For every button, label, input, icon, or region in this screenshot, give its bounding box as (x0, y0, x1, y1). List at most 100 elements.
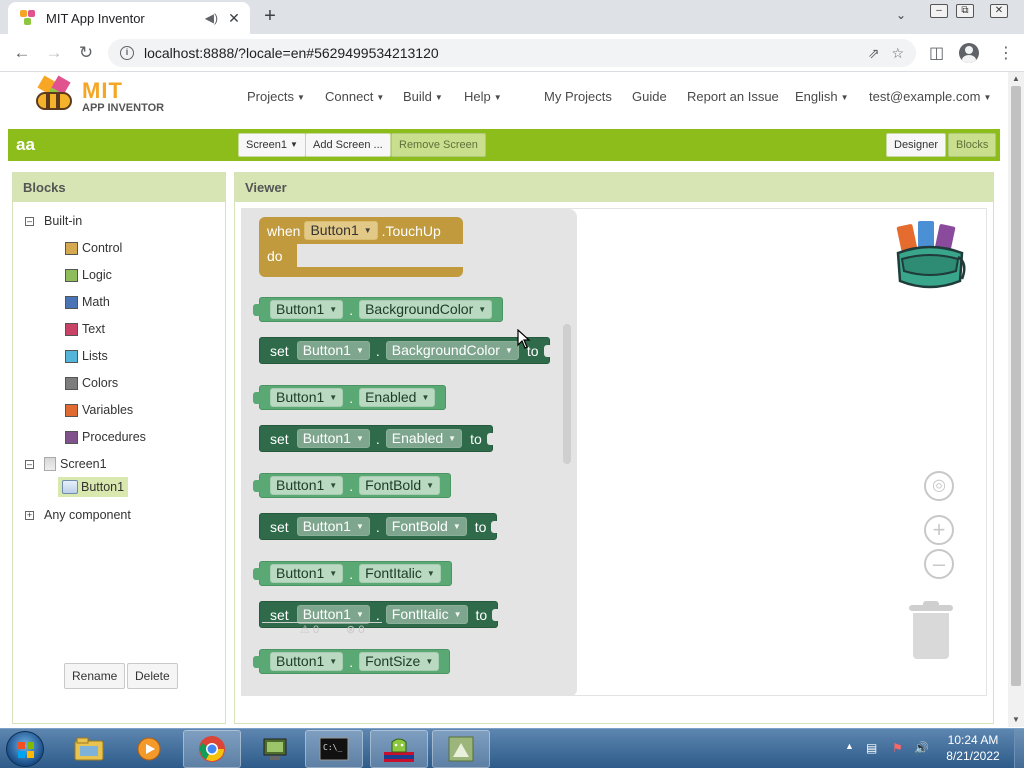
getter-block-fontitalic[interactable]: Button1 ▼. FontItalic ▼ (253, 561, 452, 586)
blocks-button[interactable]: Blocks (948, 133, 997, 157)
volume-icon[interactable]: 🔊 (914, 741, 929, 755)
component-dropdown[interactable]: Button1 ▼ (270, 652, 344, 671)
collapse-icon[interactable]: – (25, 216, 34, 226)
builtin-control[interactable]: Control (65, 241, 122, 255)
component-dropdown[interactable]: Button1 ▼ (296, 429, 370, 448)
link-guide[interactable]: Guide (632, 89, 667, 104)
explorer-taskbar-icon[interactable] (60, 730, 118, 768)
component-dropdown[interactable]: Button1 ▼ (270, 300, 344, 319)
site-info-icon[interactable]: i (120, 46, 134, 60)
profile-avatar[interactable] (959, 43, 979, 63)
menu-projects[interactable]: Projects ▼ (247, 89, 305, 104)
menu-connect[interactable]: Connect ▼ (325, 89, 384, 104)
recenter-icon[interactable]: ◎ (924, 471, 954, 501)
page-scrollbar-thumb[interactable] (1011, 86, 1021, 686)
builtin-logic[interactable]: Logic (65, 268, 112, 282)
share-icon[interactable]: ⇗ (868, 45, 880, 62)
emulator-taskbar-icon[interactable] (432, 730, 490, 768)
menu-account[interactable]: test@example.com ▼ (869, 89, 991, 104)
property-dropdown[interactable]: FontBold ▼ (385, 517, 467, 536)
property-dropdown[interactable]: BackgroundColor ▼ (385, 341, 519, 360)
setter-block-enabled[interactable]: set Button1 ▼. Enabled ▼ to (259, 425, 493, 452)
command-prompt-taskbar-icon[interactable]: C:\_ (305, 730, 363, 768)
chrome-taskbar-icon[interactable] (183, 730, 241, 768)
delete-button[interactable]: Delete (127, 663, 178, 689)
component-dropdown[interactable]: Button1 ▼ (270, 476, 344, 495)
blocks-workspace[interactable]: when Button1 ▼ .TouchUp do Button1 ▼. Backg… (241, 208, 987, 696)
reload-icon[interactable]: ↻ (74, 41, 98, 65)
network-icon[interactable]: ▤ (866, 741, 877, 755)
link-my-projects[interactable]: My Projects (544, 89, 612, 104)
builtin-text[interactable]: Text (65, 322, 105, 336)
tree-any-component[interactable]: + Any component (25, 508, 131, 522)
restore-button[interactable]: ⧉ (956, 4, 974, 18)
rename-button[interactable]: Rename (64, 663, 126, 689)
zoom-in-icon[interactable]: + (924, 515, 954, 545)
show-desktop-button[interactable] (1014, 729, 1024, 768)
when-touchup-event-block[interactable]: when Button1 ▼ .TouchUp do (259, 217, 463, 277)
side-panel-icon[interactable]: ◫ (929, 43, 944, 63)
media-player-taskbar-icon[interactable] (120, 730, 178, 768)
app-inventor-setup-taskbar-icon[interactable] (370, 730, 428, 768)
getter-block-backgroundcolor[interactable]: Button1 ▼. BackgroundColor ▼ (252, 297, 504, 322)
builtin-procedures[interactable]: Procedures (65, 430, 146, 444)
tree-builtin[interactable]: – Built-in (25, 214, 82, 228)
property-dropdown[interactable]: Enabled ▼ (385, 429, 463, 448)
mit-app-inventor-logo[interactable]: MIT APP INVENTOR (34, 75, 174, 120)
tree-screen1[interactable]: – Screen1 (25, 457, 107, 471)
component-dropdown[interactable]: Button1 ▼ (270, 388, 344, 407)
page-scrollbar[interactable]: ▲ ▼ (1008, 72, 1024, 727)
component-dropdown[interactable]: Button1 ▼ (296, 517, 370, 536)
new-tab-button[interactable]: + (258, 5, 282, 29)
property-dropdown[interactable]: FontBold ▼ (359, 476, 441, 495)
getter-block-fontsize[interactable]: Button1 ▼. FontSize ▼ (252, 649, 451, 674)
block-drawer-flyout[interactable]: when Button1 ▼ .TouchUp do Button1 ▼. Backg… (242, 209, 577, 695)
device-manager-taskbar-icon[interactable] (246, 730, 304, 768)
builtin-colors[interactable]: Colors (65, 376, 118, 390)
builtin-math[interactable]: Math (65, 295, 110, 309)
browser-tab[interactable]: MIT App Inventor ◀) ✕ (8, 2, 250, 34)
minimize-button[interactable]: – (930, 4, 948, 18)
component-dropdown[interactable]: Button1 ▼ (296, 341, 370, 360)
forward-arrow-icon[interactable]: → (42, 41, 66, 65)
getter-block-fontbold[interactable]: Button1 ▼. FontBold ▼ (252, 473, 452, 498)
event-component-dropdown[interactable]: Button1 ▼ (304, 221, 378, 240)
property-dropdown[interactable]: FontItalic ▼ (359, 564, 441, 583)
setter-block-backgroundcolor[interactable]: set Button1 ▼. BackgroundColor ▼ to (259, 337, 550, 364)
browser-menu-icon[interactable]: ⋮ (998, 43, 1014, 63)
link-report-issue[interactable]: Report an Issue (687, 89, 779, 104)
address-url[interactable]: localhost:8888/?locale=en#56294995342131… (144, 45, 868, 61)
menu-build[interactable]: Build ▼ (403, 89, 443, 104)
screen-select[interactable]: Screen1 ▼ (238, 133, 306, 157)
menu-help[interactable]: Help ▼ (464, 89, 502, 104)
tree-button1[interactable]: Button1 (58, 477, 129, 497)
start-button[interactable] (6, 731, 44, 767)
getter-block-enabled[interactable]: Button1 ▼. Enabled ▼ (252, 385, 447, 410)
builtin-variables[interactable]: Variables (65, 403, 133, 417)
zoom-out-icon[interactable]: – (924, 549, 954, 579)
expand-icon[interactable]: + (25, 510, 34, 520)
taskbar-clock[interactable]: 10:24 AM 8/21/2022 (938, 732, 1008, 764)
backpack-icon[interactable] (892, 219, 968, 293)
tab-audio-icon[interactable]: ◀) (205, 11, 218, 25)
menu-language[interactable]: English ▼ (795, 89, 849, 104)
trash-icon[interactable] (909, 601, 953, 661)
setter-block-fontbold[interactable]: set Button1 ▼. FontBold ▼ to (259, 513, 498, 540)
collapse-icon[interactable]: – (25, 459, 34, 469)
designer-button[interactable]: Designer (886, 133, 947, 157)
component-dropdown[interactable]: Button1 ▼ (270, 564, 344, 583)
remove-screen-button[interactable]: Remove Screen (391, 133, 486, 157)
bookmark-star-icon[interactable]: ☆ (891, 45, 904, 62)
property-dropdown[interactable]: FontSize ▼ (359, 652, 440, 671)
builtin-lists[interactable]: Lists (65, 349, 108, 363)
back-arrow-icon[interactable]: ← (10, 41, 34, 65)
tab-search-chevron-icon[interactable]: ⌄ (896, 8, 906, 22)
property-dropdown[interactable]: BackgroundColor ▼ (359, 300, 493, 319)
action-center-icon[interactable]: ⚑ (892, 741, 903, 755)
property-dropdown[interactable]: FontItalic ▼ (385, 605, 468, 624)
tray-expand-icon[interactable]: ▲ (845, 741, 854, 751)
flyout-scrollbar[interactable] (563, 324, 571, 464)
tab-close-icon[interactable]: ✕ (226, 10, 242, 27)
address-bar[interactable]: i localhost:8888/?locale=en#562949953421… (108, 39, 916, 67)
add-screen-button[interactable]: Add Screen ... (305, 133, 391, 157)
